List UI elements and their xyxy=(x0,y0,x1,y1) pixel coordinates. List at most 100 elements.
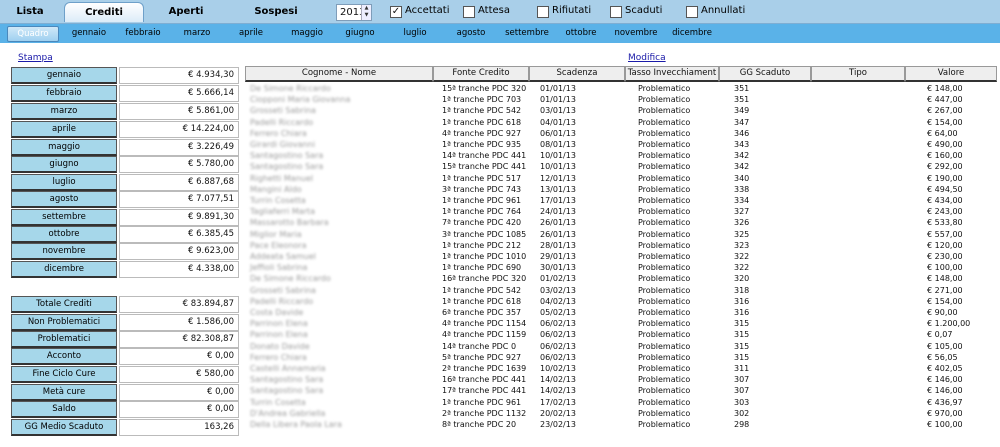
month-button-febbraio[interactable]: febbraio xyxy=(11,85,117,102)
table-row[interactable]: Della Libera Paola Lara 8ª tranche PDC 20… xyxy=(245,420,997,431)
total-button-saldo[interactable]: Saldo xyxy=(11,401,117,418)
total-value-fine-ciclo-cure: € 580,00 xyxy=(119,366,239,383)
table-row[interactable]: Parrinon Elena 4ª tranche PDC 1154 06/02/1… xyxy=(245,319,997,330)
month-row-dicembre: dicembre € 4.338,00 xyxy=(11,261,239,278)
tab-lista[interactable]: Lista xyxy=(8,2,52,22)
total-button-fine-ciclo-cure[interactable]: Fine Ciclo Cure xyxy=(11,366,117,383)
table-row[interactable]: Turrin Cosetta 1ª tranche PDC 961 17/02/13… xyxy=(245,398,997,409)
tab-aperti[interactable]: Aperti xyxy=(164,2,208,22)
table-row[interactable]: Tagliaferri Marta 1ª tranche PDC 764 24/01… xyxy=(245,207,997,218)
checkbox-annullati[interactable] xyxy=(686,6,698,18)
cell-fonte-credito: 1ª tranche PDC 935 xyxy=(442,140,522,149)
table-row[interactable]: Miglior Maria 3ª tranche PDC 1085 26/01/13… xyxy=(245,230,997,241)
column-header-gg-scaduto[interactable]: GG Scaduto xyxy=(719,66,811,82)
month-tab-maggio[interactable]: maggio xyxy=(280,26,334,42)
month-button-marzo[interactable]: marzo xyxy=(11,103,117,120)
column-header-tipo[interactable]: Tipo xyxy=(811,66,905,82)
table-row[interactable]: Santagostino Sara 15ª tranche PDC 441 10/0… xyxy=(245,162,997,173)
table-row[interactable]: Massarotto Barbara 7ª tranche PDC 420 26/0… xyxy=(245,218,997,229)
total-button-totale-crediti[interactable]: Totale Crediti xyxy=(11,296,117,313)
year-stepper[interactable]: 2013 ▲ ▼ xyxy=(336,4,372,21)
month-tab-gennaio[interactable]: gennaio xyxy=(64,26,114,42)
total-button-gg-medio-scaduto[interactable]: GG Medio Scaduto xyxy=(11,419,117,436)
top-tab-bar: Lista Crediti Aperti Sospesi 2013 ▲ ▼ ✓ A… xyxy=(0,0,1000,24)
month-button-agosto[interactable]: agosto xyxy=(11,191,117,208)
month-tab-ottobre[interactable]: ottobre xyxy=(556,26,606,42)
month-button-giugno[interactable]: giugno xyxy=(11,156,117,173)
total-button-non-problematici[interactable]: Non Problematici xyxy=(11,314,117,331)
total-button-meta-cure[interactable]: Metà cure xyxy=(11,384,117,401)
table-row[interactable]: Grosseti Sabrina 1ª tranche PDC 542 03/01/… xyxy=(245,106,997,117)
month-tab-aprile[interactable]: aprile xyxy=(226,26,276,42)
checkbox-attesa[interactable] xyxy=(463,6,475,18)
table-row[interactable]: Ciopponi Maria Giovanna 1ª tranche PDC 70… xyxy=(245,95,997,106)
table-row[interactable]: Padelli Riccardo 1ª tranche PDC 618 04/02/… xyxy=(245,297,997,308)
total-row-problematici: Problematici € 82.308,87 xyxy=(11,331,239,348)
table-row[interactable]: Parrinon Elena 4ª tranche PDC 1159 06/02/1… xyxy=(245,330,997,341)
table-row[interactable]: Castelli Annamaria 2ª tranche PDC 1639 10/… xyxy=(245,364,997,375)
cell-cognome-nome: Pace Eleonora xyxy=(250,240,307,250)
table-row[interactable]: De Simone Riccardo 16ª tranche PDC 320 01/… xyxy=(245,274,997,285)
table-row[interactable]: Pace Eleonora 1ª tranche PDC 212 28/01/13 P… xyxy=(245,241,997,252)
total-button-problematici[interactable]: Problematici xyxy=(11,331,117,348)
modifica-link[interactable]: Modifica xyxy=(628,53,666,63)
table-row[interactable]: Jeffioli Sabrina 1ª tranche PDC 690 30/01/… xyxy=(245,263,997,274)
total-button-acconto[interactable]: Acconto xyxy=(11,348,117,365)
month-tab-febbraio[interactable]: febbraio xyxy=(118,26,168,42)
table-row[interactable]: Turrin Cosetta 1ª tranche PDC 961 17/01/13… xyxy=(245,196,997,207)
cell-tasso: Problematico xyxy=(638,184,691,194)
month-button-novembre[interactable]: novembre xyxy=(11,243,117,260)
table-row[interactable]: D'Andrea Gabriella 2ª tranche PDC 1132 20/… xyxy=(245,409,997,420)
column-header-cognome-nome[interactable]: Cognome - Nome xyxy=(245,66,433,82)
month-tab-settembre[interactable]: settembre xyxy=(500,26,554,42)
month-button-maggio[interactable]: maggio xyxy=(11,139,117,156)
table-row[interactable]: Addeata Samuel 1ª tranche PDC 1010 29/01/1… xyxy=(245,252,997,263)
column-header-fonte-credito[interactable]: Fonte Credito xyxy=(433,66,529,82)
checkbox-accettati[interactable]: ✓ xyxy=(390,6,402,18)
cell-scadenza: 03/01/13 xyxy=(540,106,576,116)
table-row[interactable]: Donato Davide 14ª tranche PDC 0 06/02/13 Pr… xyxy=(245,342,997,353)
column-header-scadenza[interactable]: Scadenza xyxy=(529,66,625,82)
table-row[interactable]: Mangini Aldo 3ª tranche PDC 743 13/01/13 Pr… xyxy=(245,185,997,196)
cell-tasso: Problematico xyxy=(638,386,691,396)
cell-cognome-nome: Santagostino Sara xyxy=(250,375,324,385)
table-row[interactable]: Santagostino Sara 16ª tranche PDC 441 14/0… xyxy=(245,375,997,386)
month-button-luglio[interactable]: luglio xyxy=(11,174,117,191)
spin-arrows-icon[interactable]: ▲ ▼ xyxy=(361,5,371,20)
tab-sospesi[interactable]: Sospesi xyxy=(250,2,302,22)
cell-fonte-credito: 1ª tranche PDC 542 xyxy=(442,285,522,295)
month-tab-luglio[interactable]: luglio xyxy=(390,26,440,42)
checkbox-rifiutati[interactable] xyxy=(537,6,549,18)
month-row-novembre: novembre € 9.623,00 xyxy=(11,243,239,260)
table-row[interactable]: Costa Davide 6ª tranche PDC 357 05/02/13 Pr… xyxy=(245,308,997,319)
table-row[interactable]: Ferrero Chiara 4ª tranche PDC 927 06/01/13… xyxy=(245,129,997,140)
month-tab-giugno[interactable]: giugno xyxy=(334,26,386,42)
tab-crediti[interactable]: Crediti xyxy=(64,2,144,22)
table-row[interactable]: Padelli Riccardo 1ª tranche PDC 618 04/01/… xyxy=(245,118,997,129)
month-button-gennaio[interactable]: gennaio xyxy=(11,67,117,84)
total-value-acconto: € 0,00 xyxy=(119,348,239,365)
cell-cognome-nome: Parrinon Elena xyxy=(250,330,308,340)
table-row[interactable]: Girardi Giovanni 1ª tranche PDC 935 08/01/… xyxy=(245,140,997,151)
table-row[interactable]: De Simone Riccardo 15ª tranche PDC 320 01/… xyxy=(245,84,997,95)
month-button-ottobre[interactable]: ottobre xyxy=(11,226,117,243)
cell-cognome-nome: Santagostino Sara xyxy=(250,386,324,396)
month-button-dicembre[interactable]: dicembre xyxy=(11,261,117,278)
month-tab-quadro[interactable]: Quadro xyxy=(7,26,59,42)
month-tab-novembre[interactable]: novembre xyxy=(608,26,664,42)
month-button-aprile[interactable]: aprile xyxy=(11,121,117,138)
month-tab-dicembre[interactable]: dicembre xyxy=(664,26,720,42)
stampa-link[interactable]: Stampa xyxy=(18,53,53,63)
month-tab-marzo[interactable]: marzo xyxy=(172,26,222,42)
table-row[interactable]: Ferrero Chiara 5ª tranche PDC 927 06/02/13… xyxy=(245,353,997,364)
table-row[interactable]: Santagostino Sara 17ª tranche PDC 441 14/0… xyxy=(245,386,997,397)
table-row[interactable]: Righetti Manuel 1ª tranche PDC 517 12/01/1… xyxy=(245,174,997,185)
checkbox-scaduti[interactable] xyxy=(610,6,622,18)
month-tab-agosto[interactable]: agosto xyxy=(444,26,498,42)
column-header-tasso-invecchiamento[interactable]: Tasso Invecchiament xyxy=(625,66,719,82)
table-row[interactable]: Santagostino Sara 14ª tranche PDC 441 10/0… xyxy=(245,151,997,162)
month-button-settembre[interactable]: settembre xyxy=(11,209,117,226)
table-row[interactable]: Grosseti Sabrina 1ª tranche PDC 542 03/02/… xyxy=(245,286,997,297)
month-row-aprile: aprile € 14.224,00 xyxy=(11,121,239,138)
column-header-valore[interactable]: Valore xyxy=(905,66,997,82)
